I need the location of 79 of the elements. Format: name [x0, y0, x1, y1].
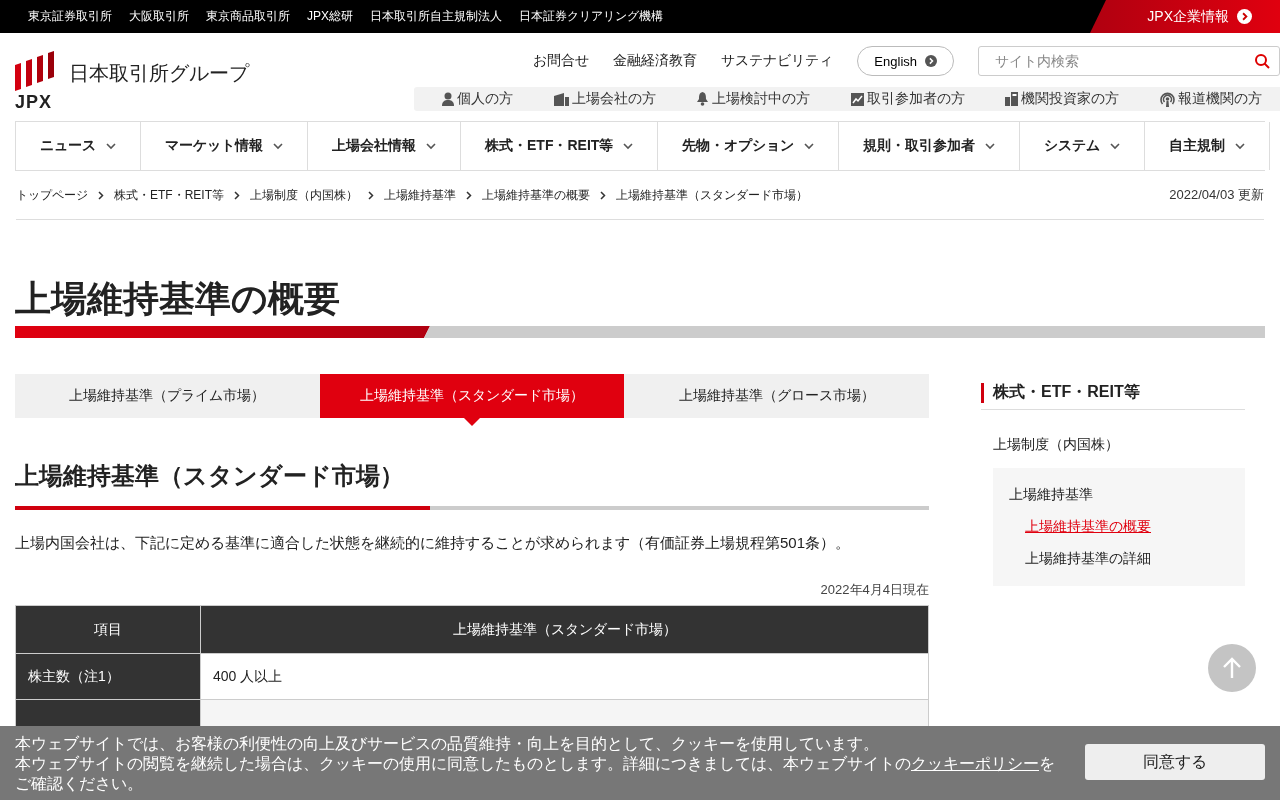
section-title: 上場維持基準（スタンダード市場） [15, 461, 405, 491]
table-cell: 株主数（注1） [15, 653, 201, 700]
sidebar-link[interactable]: 上場維持基準 [1009, 486, 1229, 504]
audience-link[interactable]: 機関投資家の方 [1005, 90, 1120, 108]
search-field[interactable]: サイト内検索 [978, 46, 1280, 76]
group-site-link[interactable]: 日本取引所自主規制法人 [370, 8, 502, 25]
update-date: 2022/04/03 更新 [1169, 186, 1264, 204]
chevron-circle-icon [1237, 9, 1252, 24]
chevron-down-icon [623, 142, 634, 150]
utility-link[interactable]: サステナビリティ [721, 52, 834, 70]
search-icon[interactable] [1254, 53, 1270, 69]
chevron-right-icon [368, 190, 374, 200]
audience-link[interactable]: 取引参加者の方 [850, 90, 965, 108]
cookie-notice: 本ウェブサイトでは、お客様の利便性の向上及びサービスの品質維持・向上を目的として、クッキーを使用しています。 [15, 734, 880, 754]
chevron-down-icon [273, 142, 283, 150]
breadcrumb-link[interactable]: 株式・ETF・REIT等 [114, 186, 224, 204]
nav-menu-item[interactable]: 上場会社情報 [307, 122, 460, 170]
breadcrumb-link[interactable]: 上場維持基準 [384, 186, 456, 204]
logo-icon [15, 51, 55, 91]
as-of-date: 2022年4月4日現在 [820, 581, 929, 599]
chevron-right-icon [98, 190, 104, 200]
nav-menu-item[interactable]: ニュース [15, 122, 140, 170]
utility-link[interactable]: 金融経済教育 [613, 52, 698, 70]
cookie-notice: 本ウェブサイトの閲覧を継続した場合は、クッキーの使用に同意したものとします。詳細につきましては、本ウェブサイトのクッキーポリシーをご確認ください。 [15, 754, 1056, 794]
sidebar-link[interactable]: 上場維持基準の概要 [1025, 518, 1229, 536]
nav-menu-item[interactable]: マーケット情報 [140, 122, 307, 170]
nav-menu-item[interactable]: 株式・ETF・REIT等 [460, 122, 658, 170]
sidebar-link[interactable]: 上場制度（内国株） [993, 436, 1245, 454]
sidebar-link[interactable]: 上場維持基準の詳細 [1025, 550, 1229, 568]
market-tab[interactable]: 上場維持基準（プライム市場） [15, 374, 320, 418]
chevron-circle-icon [925, 55, 937, 67]
page-title: 上場維持基準の概要 [15, 277, 341, 321]
audience-link[interactable]: 個人の方 [442, 90, 513, 108]
breadcrumb-link[interactable]: 上場制度（内国株） [250, 186, 358, 204]
table-cell: 400 人以上 [200, 653, 929, 700]
chevron-right-icon [466, 190, 472, 200]
group-site-link[interactable]: JPX総研 [307, 8, 353, 25]
group-site-link[interactable]: 東京商品取引所 [206, 8, 290, 25]
audience-link[interactable]: 上場検討中の方 [696, 90, 811, 108]
arrow-up-icon [1222, 657, 1242, 679]
market-tab[interactable]: 上場維持基準（グロース市場） [624, 374, 929, 418]
intro-text: 上場内国会社は、下記に定める基準に適合した状態を継続的に維持することが求められます（有価証券上場規程第501条）。 [15, 534, 852, 553]
column-header: 上場維持基準（スタンダード市場） [200, 605, 929, 654]
chevron-down-icon [804, 142, 815, 150]
sidebar-title: 株式・ETF・REIT等 [993, 382, 1140, 402]
device-icon [1005, 92, 1019, 106]
chevron-down-icon [985, 142, 996, 150]
language-button[interactable]: English [857, 46, 954, 76]
broadcast-icon [1159, 91, 1175, 107]
utility-link[interactable]: お問合せ [533, 52, 590, 70]
tab-pointer-icon [464, 418, 480, 426]
agree-button[interactable]: 同意する [1085, 744, 1265, 780]
audience-link[interactable]: 上場会社の方 [553, 90, 656, 108]
cookie-policy-link[interactable]: クッキーポリシー [911, 755, 1039, 772]
audience-link[interactable]: 報道機関の方 [1159, 90, 1262, 108]
corporate-info-link[interactable]: JPX企業情報 [1090, 0, 1280, 33]
chevron-down-icon [1235, 142, 1246, 150]
building-icon [553, 92, 569, 106]
chevron-down-icon [426, 142, 436, 150]
group-site-link[interactable]: 日本証券クリアリング機構 [519, 8, 663, 25]
nav-menu-item[interactable]: 自主規制 [1144, 122, 1271, 170]
person-icon [442, 92, 454, 106]
bell-icon [696, 92, 710, 106]
breadcrumb-link[interactable]: 上場維持基準（スタンダード市場） [616, 186, 808, 204]
logo-wordmark: JPX [15, 93, 53, 111]
chart-icon [850, 92, 864, 106]
group-site-link[interactable]: 大阪取引所 [129, 8, 189, 25]
chevron-right-icon [600, 190, 606, 200]
nav-menu-item[interactable]: システム [1019, 122, 1145, 170]
chevron-down-icon [106, 142, 116, 150]
nav-menu-item[interactable]: 規則・取引参加者 [838, 122, 1020, 170]
chevron-right-icon [234, 190, 240, 200]
breadcrumb-link[interactable]: 上場維持基準の概要 [482, 186, 590, 204]
logo-name: 日本取引所グループ [69, 61, 249, 86]
group-site-link[interactable]: 東京証券取引所 [28, 8, 112, 25]
breadcrumb-link[interactable]: トップページ [16, 186, 88, 204]
chevron-down-icon [1110, 142, 1121, 150]
column-header: 項目 [15, 605, 201, 654]
nav-menu-item[interactable]: 先物・オプション [657, 122, 839, 170]
